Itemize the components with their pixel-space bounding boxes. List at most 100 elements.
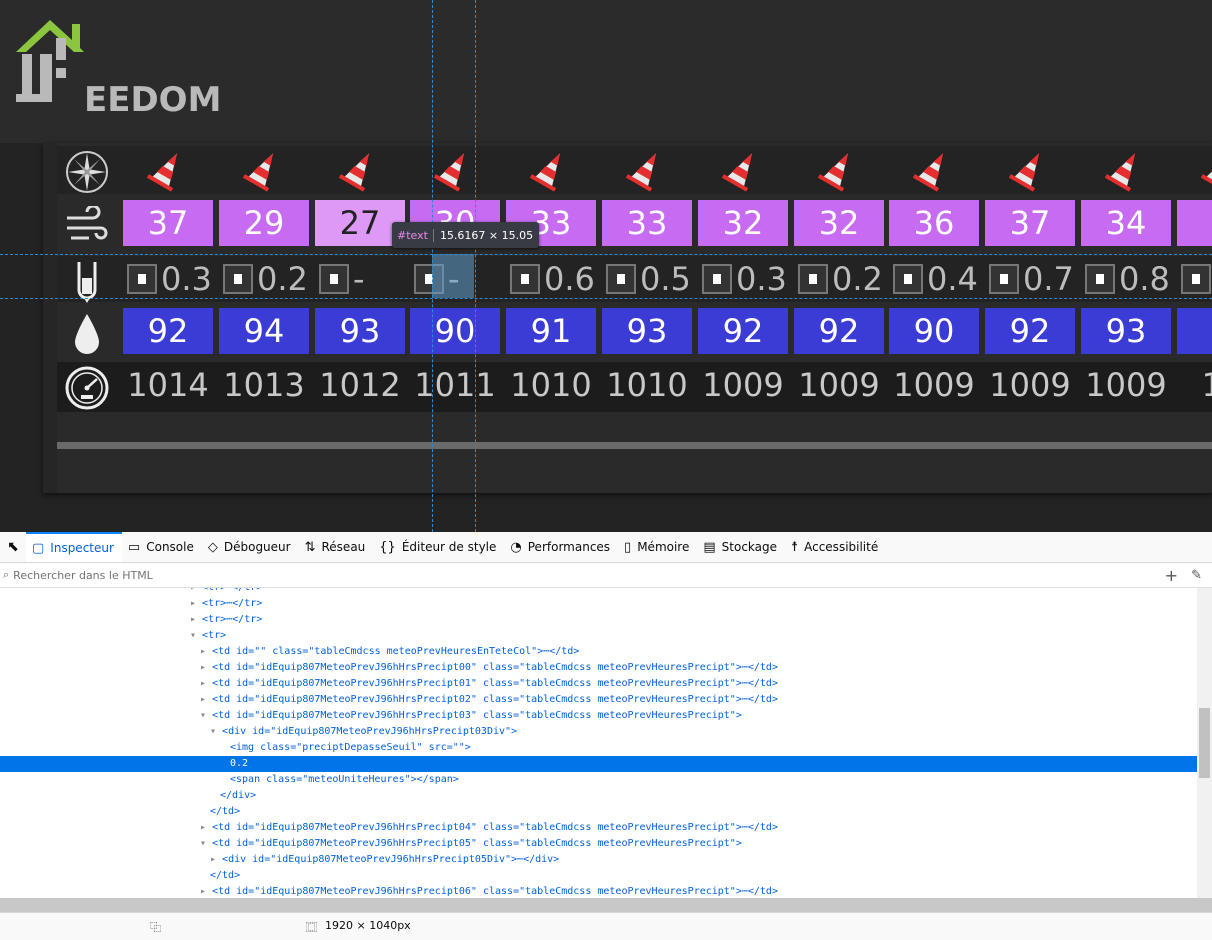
expand-toggle-icon[interactable]: ▸	[190, 614, 202, 625]
precipitation-cell: 0.5	[602, 256, 692, 302]
devtools-tab-débogueur[interactable]: ◇Débogueur	[202, 532, 299, 562]
wind-direction-row	[57, 146, 1212, 194]
selected-text-node[interactable]: 0.2	[0, 756, 1197, 772]
markup-node[interactable]: ▾ <tr>	[0, 628, 1197, 644]
threshold-image-icon	[1085, 264, 1115, 294]
markup-node[interactable]: ▸ <div id="idEquip807MeteoPrevJ96hHrsPre…	[0, 852, 1197, 868]
expand-toggle-icon[interactable]: ▸	[200, 822, 212, 833]
pressure-cell-value: 1009	[702, 366, 783, 404]
markup-node[interactable]: ▸ <tr>⋯</tr>	[0, 612, 1197, 628]
wind-speed-cell-value: 34	[1106, 204, 1147, 242]
expand-toggle-icon[interactable]: ▸	[200, 662, 212, 673]
horizontal-scrollbar[interactable]	[57, 442, 1212, 449]
tab-icon: ⇅	[305, 540, 316, 555]
panel-left-strip	[43, 143, 57, 493]
markup-node-text: <td id="idEquip807MeteoPrevJ96hHrsPrecip…	[212, 694, 778, 705]
humidity-cell-value: 92	[148, 312, 189, 350]
devtools-tab-mémoire[interactable]: ▯ Mémoire	[618, 532, 697, 562]
tab-label: Mémoire	[637, 540, 689, 554]
precipitation-row: 0.30.2--0.60.50.30.20.40.70.8	[57, 256, 1212, 302]
humidity-cell: 92	[123, 308, 213, 354]
threshold-image-icon	[893, 264, 923, 294]
markup-node[interactable]: <img class="preciptDepasseSeuil" src="">	[0, 740, 1197, 756]
water-drop-icon	[63, 312, 111, 356]
precipitation-value: 0.4	[927, 260, 978, 298]
precipitation-cell: 0.2	[794, 256, 884, 302]
expand-toggle-icon[interactable]: ▸	[200, 886, 212, 897]
expand-toggle-icon[interactable]: ▸	[190, 598, 202, 609]
markup-node[interactable]: </div>	[0, 788, 1197, 804]
wind-speed-cell: 33	[602, 200, 692, 246]
tab-icon: ▤	[703, 540, 715, 555]
devtools-status-bar: ⿻ ⿴ 1920 × 1040px	[0, 912, 1212, 940]
precipitation-value: 0.6	[544, 260, 595, 298]
markup-node[interactable]: </td>	[0, 804, 1197, 820]
markup-node[interactable]: ▾ <td id="idEquip807MeteoPrevJ96hHrsPrec…	[0, 708, 1197, 724]
humidity-cell-value: 92	[723, 312, 764, 350]
expand-toggle-icon[interactable]: ▾	[200, 710, 212, 721]
precipitation-value: 0.3	[736, 260, 787, 298]
compass-icon	[63, 150, 111, 194]
tab-icon: ▯	[624, 540, 631, 555]
expand-toggle-icon[interactable]: ▾	[200, 838, 212, 849]
markup-node[interactable]: </td>	[0, 868, 1197, 884]
scroll-thumb[interactable]	[1199, 708, 1210, 778]
tab-icon: ▭	[128, 540, 140, 555]
markup-node[interactable]: ▸ <td id="idEquip807MeteoPrevJ96hHrsPrec…	[0, 820, 1197, 836]
add-node-icon[interactable]: +	[1165, 566, 1178, 585]
markup-node[interactable]: <span class="meteoUniteHeures"></span>	[0, 772, 1197, 788]
wind-direction-arrow-icon	[432, 146, 478, 192]
search-icon: ⌕	[3, 568, 9, 582]
markup-node[interactable]: ▸ <tr>⋯</tr>	[0, 596, 1197, 612]
tab-label: Débogueur	[224, 540, 291, 554]
wind-speed-cell: 37	[985, 200, 1075, 246]
wind-direction-arrow-icon	[337, 146, 383, 192]
devtools-tab-réseau[interactable]: ⇅Réseau	[299, 532, 374, 562]
markup-node-text: <tr>⋯</tr>	[202, 598, 262, 609]
precipitation-cell: 0.3	[698, 256, 788, 302]
element-picker-icon[interactable]: ⬉	[0, 532, 26, 562]
jeedom-logo[interactable]: EEDOM	[12, 14, 212, 106]
markup-node-text: <img class="preciptDepasseSeuil" src="">	[230, 742, 471, 753]
tab-label: Stockage	[722, 540, 777, 554]
expand-toggle-icon[interactable]: ▸	[200, 678, 212, 689]
pressure-cell-value: 1012	[319, 366, 400, 404]
devtools-tab-stockage[interactable]: ▤ Stockage	[697, 532, 785, 562]
expand-toggle-icon[interactable]: ▸	[200, 694, 212, 705]
devtools-tab-performances[interactable]: ◔Performances	[504, 532, 618, 562]
markup-node-text: 0.2	[230, 758, 248, 769]
markup-node[interactable]: ▸ <td id="idEquip807MeteoPrevJ96hHrsPrec…	[0, 692, 1197, 708]
devtools-tab-accessibilité[interactable]: ☨Accessibilité	[785, 532, 886, 562]
markup-node[interactable]: ▸ <td id="" class="tableCmdcss meteoPrev…	[0, 644, 1197, 660]
pressure-cell: 1009	[794, 362, 884, 408]
viewport-icon: ⿴	[306, 919, 317, 935]
markup-vertical-scrollbar[interactable]	[1197, 588, 1212, 898]
html-search-input[interactable]: Rechercher dans le HTML	[13, 569, 153, 582]
expand-toggle-icon[interactable]: ▸	[210, 854, 222, 865]
precipitation-value: 0.2	[832, 260, 883, 298]
markup-node[interactable]: ▸ <td id="idEquip807MeteoPrevJ96hHrsPrec…	[0, 660, 1197, 676]
expand-toggle-icon[interactable]: ▸	[200, 646, 212, 657]
markup-node[interactable]: ▸ <tr>⋯</tr>	[0, 588, 1197, 596]
devtools-tab-console[interactable]: ▭Console	[122, 532, 202, 562]
devtools-tab-éditeur-de-style[interactable]: {}Éditeur de style	[373, 532, 504, 562]
pressure-cell-value: 1009	[893, 366, 974, 404]
markup-node[interactable]: ▸ <td id="idEquip807MeteoPrevJ96hHrsPrec…	[0, 884, 1197, 898]
markup-horizontal-scrollbar[interactable]	[0, 898, 1212, 912]
precipitation-value: -	[353, 260, 365, 298]
markup-node[interactable]: ▸ <td id="idEquip807MeteoPrevJ96hHrsPrec…	[0, 676, 1197, 692]
responsive-icon[interactable]: ⿻	[150, 919, 161, 935]
expand-toggle-icon[interactable]: ▾	[210, 726, 222, 737]
markup-node[interactable]: ▾ <div id="idEquip807MeteoPrevJ96hHrsPre…	[0, 724, 1197, 740]
logo-text: EEDOM	[84, 80, 221, 120]
expand-toggle-icon[interactable]: ▾	[190, 630, 202, 641]
markup-node[interactable]: ▾ <td id="idEquip807MeteoPrevJ96hHrsPrec…	[0, 836, 1197, 852]
markup-node-text: <td id="idEquip807MeteoPrevJ96hHrsPrecip…	[212, 886, 778, 897]
expand-toggle-icon[interactable]: ▸	[190, 588, 202, 593]
eyedropper-icon[interactable]: ✎	[1191, 568, 1202, 583]
humidity-cell: 93	[602, 308, 692, 354]
wind-speed-cell-value: 36	[914, 204, 955, 242]
devtools-tab-inspecteur[interactable]: ▢Inspecteur	[26, 532, 122, 562]
humidity-cell: 92	[794, 308, 884, 354]
wind-icon	[63, 204, 111, 248]
